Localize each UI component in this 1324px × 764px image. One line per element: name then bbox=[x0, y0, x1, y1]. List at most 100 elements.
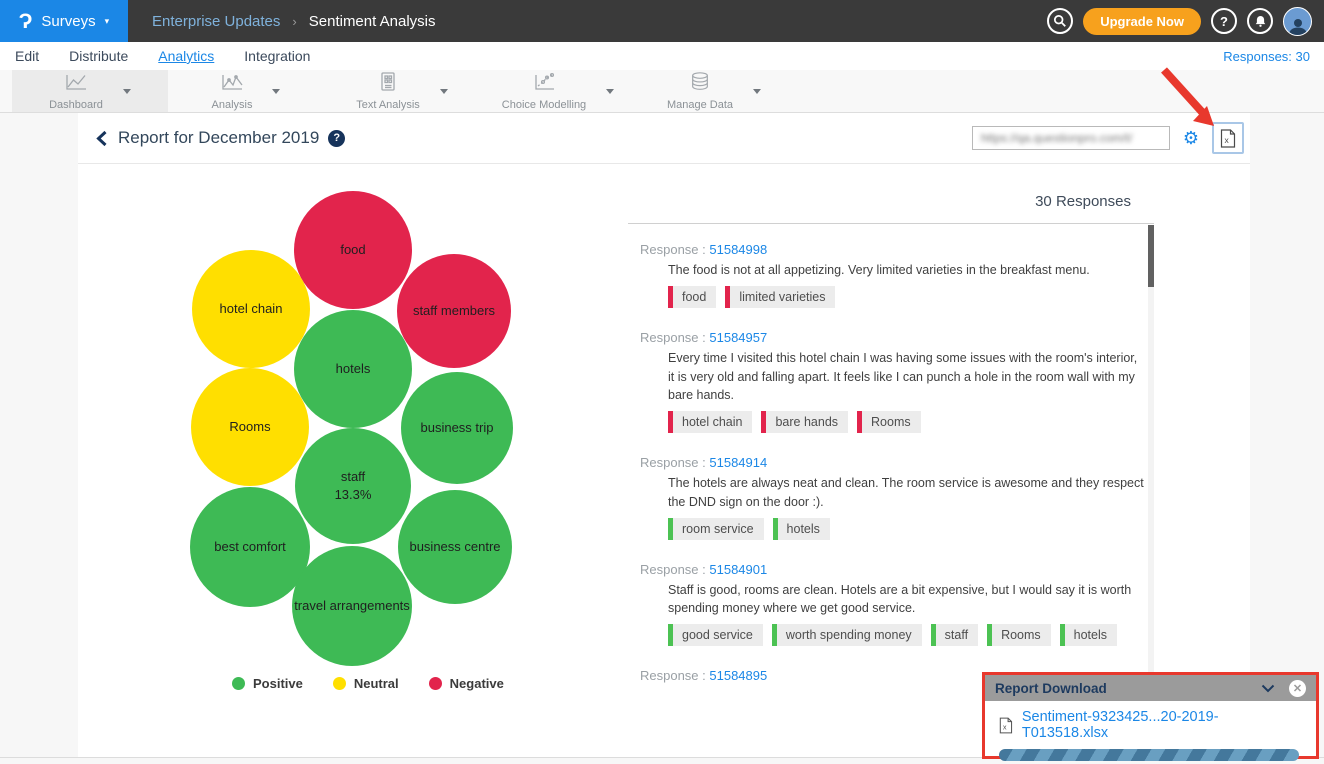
help-button[interactable]: ? bbox=[1211, 8, 1237, 34]
chevron-down-icon: ▾ bbox=[105, 16, 110, 27]
notifications-button[interactable] bbox=[1247, 8, 1273, 34]
bubble-label: staff bbox=[341, 468, 365, 486]
document-icon bbox=[378, 71, 398, 97]
bubble-Rooms[interactable]: Rooms bbox=[191, 368, 309, 486]
user-avatar[interactable] bbox=[1283, 7, 1312, 36]
bubble-business-trip[interactable]: business trip bbox=[401, 372, 513, 484]
legend-dot-icon bbox=[333, 677, 346, 690]
upgrade-now-button[interactable]: Upgrade Now bbox=[1083, 8, 1201, 35]
chevron-down-icon bbox=[1261, 684, 1275, 693]
legend-item-neutral: Neutral bbox=[333, 676, 399, 691]
excel-file-icon: x bbox=[1220, 129, 1236, 148]
legend-label: Positive bbox=[253, 676, 303, 691]
tab-dashboard[interactable]: Dashboard bbox=[12, 70, 168, 112]
nav-item-edit[interactable]: Edit bbox=[15, 48, 39, 64]
bubble-hotel-chain[interactable]: hotel chain bbox=[192, 250, 310, 368]
share-url-input[interactable]: https://qa.questionpro.com/t/ bbox=[972, 126, 1170, 150]
bubble-label: Rooms bbox=[229, 418, 270, 436]
survey-nav: Edit Distribute Analytics Integration Re… bbox=[0, 42, 1324, 70]
legend-item-negative: Negative bbox=[429, 676, 504, 691]
response-item: Response : 51584957 Every time I visited … bbox=[640, 330, 1154, 433]
bubble-best-comfort[interactable]: best comfort bbox=[190, 487, 310, 607]
tab-choice-modelling[interactable]: Choice Modelling bbox=[480, 70, 636, 112]
scatter-chart-icon bbox=[532, 72, 556, 97]
bubble-staff-members[interactable]: staff members bbox=[397, 254, 511, 368]
tab-manage-data[interactable]: Manage Data bbox=[636, 70, 792, 112]
sentiment-tag: Rooms bbox=[987, 624, 1051, 646]
breadcrumb-parent[interactable]: Enterprise Updates bbox=[152, 13, 280, 30]
download-progress-bar bbox=[999, 749, 1299, 761]
bubble-chart: food hotel chain staff members hotels Rooms b… bbox=[80, 170, 630, 730]
analytics-toolbar: Dashboard Analysis Text Analysis Choice … bbox=[0, 70, 1324, 113]
sentiment-tag: food bbox=[668, 286, 716, 308]
responses-count: Responses: 30 bbox=[1223, 49, 1324, 64]
response-id-link[interactable]: 51584957 bbox=[709, 330, 767, 345]
settings-gear-button[interactable]: ⚙ bbox=[1183, 129, 1199, 147]
response-item: Response : 51584998The food is not at al… bbox=[640, 242, 1154, 308]
top-navbar: Ɂ Surveys ▾ Enterprise Updates › Sentime… bbox=[0, 0, 1324, 42]
topbar-actions: Upgrade Now ? bbox=[1047, 7, 1324, 36]
tab-analysis[interactable]: Analysis bbox=[168, 70, 324, 112]
chevron-left-icon bbox=[95, 130, 108, 147]
back-button[interactable] bbox=[95, 130, 108, 147]
database-icon bbox=[689, 71, 711, 97]
tab-text-analysis[interactable]: Text Analysis bbox=[324, 70, 480, 112]
response-text: The hotels are always neat and clean. Th… bbox=[668, 474, 1146, 512]
report-title: Report for December 2019 bbox=[118, 128, 319, 148]
response-item: Response : 51584901Staff is good, rooms … bbox=[640, 562, 1154, 647]
response-tags: room servicehotels bbox=[668, 518, 1154, 540]
bubble-food[interactable]: food bbox=[294, 191, 412, 309]
nav-item-integration[interactable]: Integration bbox=[244, 48, 310, 64]
response-id-link[interactable]: 51584998 bbox=[709, 242, 767, 257]
response-id-link[interactable]: 51584895 bbox=[709, 668, 767, 683]
nav-item-distribute[interactable]: Distribute bbox=[69, 48, 128, 64]
legend-dot-icon bbox=[232, 677, 245, 690]
question-mark-icon: ? bbox=[1220, 14, 1228, 29]
chevron-down-icon[interactable] bbox=[440, 89, 448, 94]
bubble-label: travel arrangements bbox=[294, 597, 410, 615]
sentiment-tag: Rooms bbox=[857, 411, 921, 433]
response-label: Response : 51584957 bbox=[640, 330, 1154, 345]
breadcrumb: Enterprise Updates › Sentiment Analysis bbox=[152, 13, 435, 30]
surveys-product-menu[interactable]: Ɂ Surveys ▾ bbox=[0, 0, 128, 42]
scrollbar-thumb[interactable] bbox=[1148, 225, 1154, 287]
bubble-label: hotels bbox=[336, 360, 371, 378]
bubble-label: staff members bbox=[413, 302, 495, 320]
sentiment-tag: hotels bbox=[1060, 624, 1117, 646]
download-panel-title: Report Download bbox=[995, 681, 1107, 696]
search-button[interactable] bbox=[1047, 8, 1073, 34]
chart-legend: Positive Neutral Negative bbox=[232, 676, 504, 691]
response-text: Every time I visited this hotel chain I … bbox=[668, 349, 1146, 405]
response-label: Response : 51584998 bbox=[640, 242, 1154, 257]
sentiment-tag: staff bbox=[931, 624, 978, 646]
bubble-travel-arrangements[interactable]: travel arrangements bbox=[292, 546, 412, 666]
download-file-link[interactable]: Sentiment-9323425...20-2019-T013518.xlsx bbox=[1022, 709, 1302, 741]
bubble-label: food bbox=[340, 241, 365, 259]
response-id-link[interactable]: 51584901 bbox=[709, 562, 767, 577]
response-tags: good serviceworth spending moneystaffRoo… bbox=[668, 624, 1154, 646]
bubble-hotels[interactable]: hotels bbox=[294, 310, 412, 428]
download-panel-header: Report Download ✕ bbox=[985, 675, 1316, 701]
sentiment-tag: worth spending money bbox=[772, 624, 922, 646]
nav-item-analytics[interactable]: Analytics bbox=[158, 48, 214, 64]
legend-item-positive: Positive bbox=[232, 676, 303, 691]
bubble-label: business trip bbox=[421, 419, 494, 437]
export-xlsx-button[interactable]: x bbox=[1212, 122, 1244, 154]
chevron-down-icon[interactable] bbox=[123, 89, 131, 94]
question-mark-icon: ? bbox=[333, 132, 340, 144]
close-button[interactable]: ✕ bbox=[1289, 680, 1306, 697]
chevron-down-icon[interactable] bbox=[272, 89, 280, 94]
chevron-down-icon[interactable] bbox=[606, 89, 614, 94]
bubble-business-centre[interactable]: business centre bbox=[398, 490, 512, 604]
bubble-staff[interactable]: staff13.3% bbox=[295, 428, 411, 544]
close-icon: ✕ bbox=[1293, 682, 1302, 695]
response-tags: hotel chainbare handsRooms bbox=[668, 411, 1154, 433]
chevron-down-icon[interactable] bbox=[753, 89, 761, 94]
breadcrumb-separator: › bbox=[292, 14, 296, 29]
sentiment-tag: hotel chain bbox=[668, 411, 752, 433]
legend-dot-icon bbox=[429, 677, 442, 690]
report-help-button[interactable]: ? bbox=[328, 130, 345, 147]
response-label: Response : 51584901 bbox=[640, 562, 1154, 577]
response-id-link[interactable]: 51584914 bbox=[709, 455, 767, 470]
minimize-button[interactable] bbox=[1261, 684, 1275, 693]
